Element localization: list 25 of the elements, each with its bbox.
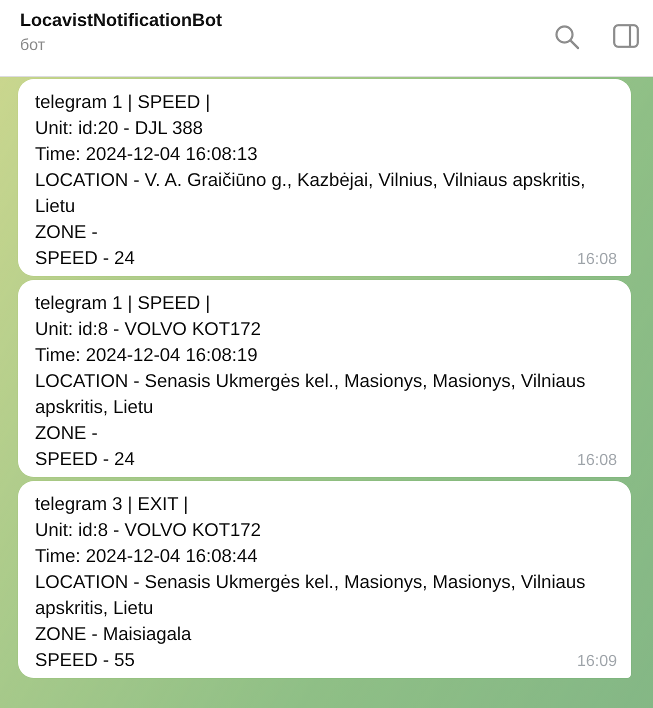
message-line: Unit: id:8 - VOLVO KOT172 (35, 518, 261, 542)
message-line: LOCATION - Senasis Ukmergės kel., Masionys, Masionys, Vilniaus apskritis, Lietu (35, 570, 586, 620)
message-line: Unit: id:20 - DJL 388 (35, 116, 203, 140)
message-line: Unit: id:8 - VOLVO KOT172 (35, 317, 261, 341)
chat-subtitle: бот (20, 37, 46, 55)
message-line: Time: 2024-12-04 16:08:44 (35, 544, 258, 568)
search-icon[interactable] (554, 24, 580, 50)
message-time: 16:08 (576, 251, 617, 269)
message-line: telegram 3 | EXIT | (35, 492, 188, 516)
message-line: ZONE - Maisiagala (35, 622, 192, 646)
message-line: ZONE - (35, 220, 98, 244)
message-line: SPEED - 24 (35, 447, 135, 471)
message-line: LOCATION - V. A. Graičiūno g., Kazbėjai, Vilnius, Vilniaus apskritis, Lietu (35, 168, 586, 218)
message-line: SPEED - 55 (35, 648, 135, 672)
message-line: telegram 1 | SPEED | (35, 90, 210, 114)
message-line: ZONE - (35, 421, 98, 445)
chat-title: LocavistNotificationBot (20, 10, 222, 31)
message-time: 16:09 (576, 653, 617, 671)
sidebar-toggle-icon[interactable] (613, 24, 639, 48)
message-time: 16:08 (576, 452, 617, 470)
message-line: telegram 1 | SPEED | (35, 291, 210, 315)
message-line: Time: 2024-12-04 16:08:19 (35, 343, 258, 367)
message-line: Time: 2024-12-04 16:08:13 (35, 142, 258, 166)
message-line: LOCATION - Senasis Ukmergės kel., Masionys, Masionys, Vilniaus apskritis, Lietu (35, 369, 586, 419)
message-line: SPEED - 24 (35, 246, 135, 270)
